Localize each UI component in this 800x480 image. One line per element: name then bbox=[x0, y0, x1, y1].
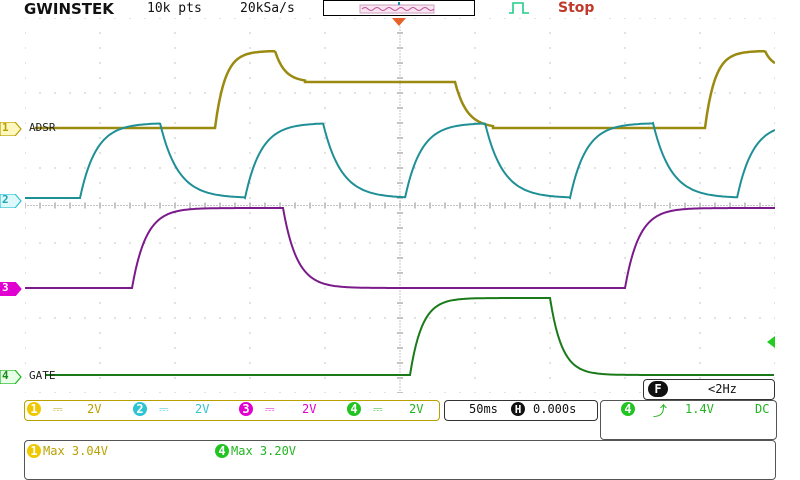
dc-coupling-icon: ⎓ bbox=[265, 402, 275, 416]
trigger-position-marker[interactable] bbox=[392, 18, 406, 26]
channel-scale-strip: 1 ⎓ 2V 2 ⎓ 2V 3 ⎓ 2V 4 ⎓ 2V bbox=[24, 400, 440, 421]
ch2-scale-badge[interactable]: 2 bbox=[133, 402, 147, 416]
trigger-box[interactable]: 4 ⤴ 1.4V DC bbox=[600, 400, 777, 440]
channel-1-label: ADSR bbox=[29, 121, 56, 134]
memory-overview-wave bbox=[359, 2, 435, 14]
trigger-source-badge: 4 bbox=[621, 402, 635, 416]
frequency-counter[interactable]: F <2Hz bbox=[643, 379, 775, 400]
ch1-scale-badge[interactable]: 1 bbox=[27, 402, 41, 416]
ch3-scale-badge[interactable]: 3 bbox=[239, 402, 253, 416]
channel-1-marker[interactable]: 1 bbox=[0, 121, 22, 137]
ch1-scale: 2V bbox=[87, 402, 102, 416]
dc-coupling-icon: ⎓ bbox=[159, 402, 169, 416]
channel-4-marker[interactable]: 4 bbox=[0, 369, 22, 385]
measurement-1-value: Max 3.04V bbox=[43, 444, 109, 458]
trigger-coupling: DC bbox=[755, 402, 770, 416]
channel-2-number: 2 bbox=[2, 193, 9, 206]
channel-2-trace bbox=[25, 121, 775, 200]
run-state-label[interactable]: Stop bbox=[558, 0, 594, 16]
measurement-2-value: Max 3.20V bbox=[231, 444, 297, 458]
brand-logo: GWINSTEK bbox=[24, 0, 114, 18]
waveform-display bbox=[25, 18, 775, 393]
measurement-panel: 1 Max 3.04V 4 Max 3.20V bbox=[24, 440, 776, 480]
ch4-scale: 2V bbox=[409, 402, 424, 416]
timebase-box[interactable]: 50ms H 0.000s bbox=[444, 400, 598, 421]
time-scale: 50ms bbox=[469, 402, 498, 416]
trigger-level-marker[interactable] bbox=[767, 336, 775, 348]
channel-4-trace bbox=[45, 297, 774, 376]
channel-1-number: 1 bbox=[2, 121, 9, 134]
dc-coupling-icon: ⎓ bbox=[373, 402, 383, 416]
horizontal-position-badge: H bbox=[511, 402, 525, 416]
sample-rate: 20kSa/s bbox=[240, 1, 295, 16]
channel-4-label: GATE bbox=[29, 369, 56, 382]
horizontal-position: 0.000s bbox=[533, 402, 577, 416]
memory-overview-bar[interactable] bbox=[323, 0, 475, 16]
ch3-scale: 2V bbox=[302, 402, 317, 416]
channel-4-number: 4 bbox=[2, 369, 9, 382]
frequency-value: <2Hz bbox=[708, 382, 737, 396]
ch2-scale: 2V bbox=[195, 402, 210, 416]
channel-3-number: 3 bbox=[2, 281, 9, 294]
channel-3-marker[interactable]: 3 bbox=[0, 281, 22, 297]
status-bar: GWINSTEK 10k pts 20kSa/s Stop bbox=[0, 0, 800, 18]
measurement-2-badge: 4 bbox=[215, 444, 229, 458]
trigger-level: 1.4V bbox=[685, 402, 714, 416]
pulse-edge-icon bbox=[509, 2, 529, 14]
dc-coupling-icon: ⎓ bbox=[53, 402, 63, 416]
measurement-1-badge: 1 bbox=[27, 444, 41, 458]
graticule bbox=[25, 18, 775, 393]
channel-2-marker[interactable]: 2 bbox=[0, 193, 22, 209]
rising-edge-icon: ⤴ bbox=[653, 404, 667, 420]
record-length: 10k pts bbox=[147, 1, 202, 16]
frequency-badge: F bbox=[648, 381, 668, 397]
ch4-scale-badge[interactable]: 4 bbox=[347, 402, 361, 416]
channel-1-trace bbox=[35, 49, 775, 130]
